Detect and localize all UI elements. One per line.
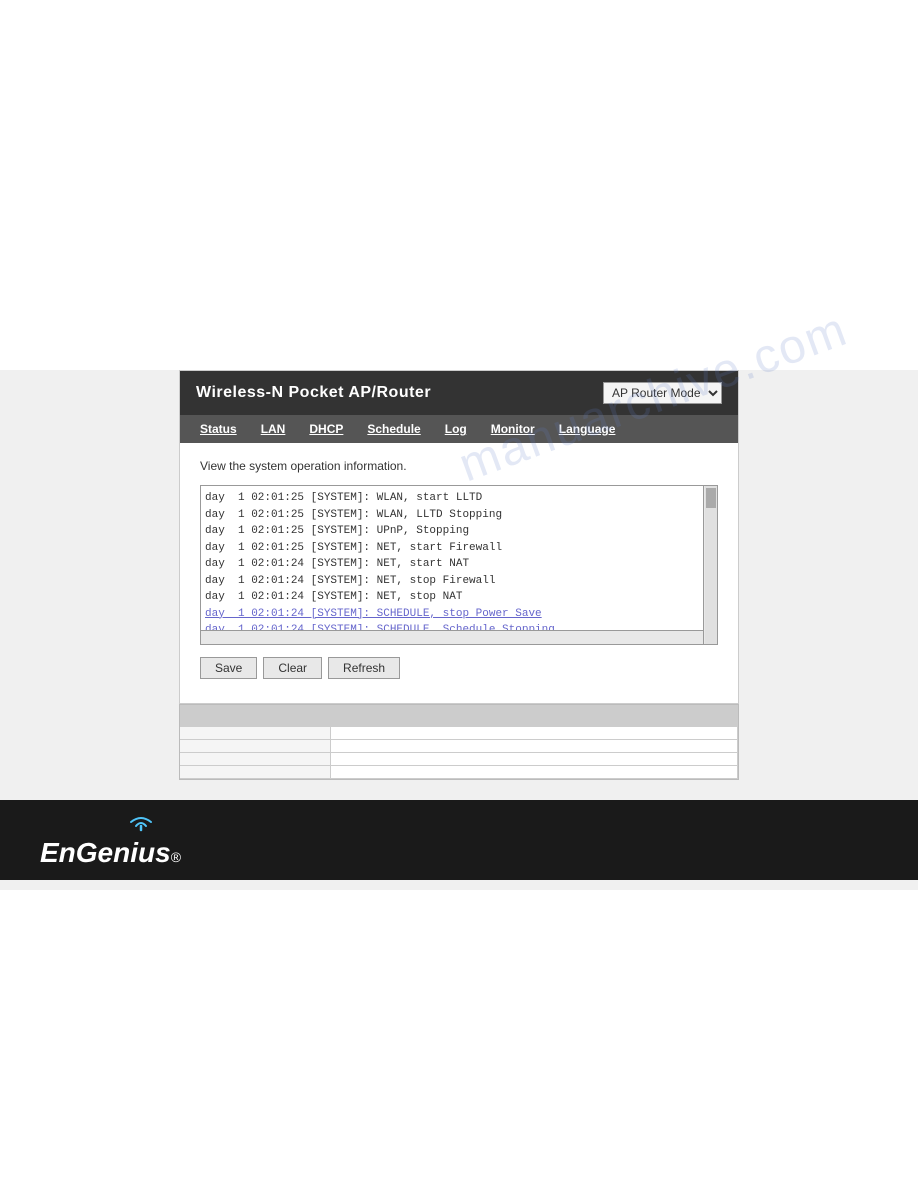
log-line-4: day 1 02:01:25 [SYSTEM]: NET, start Fire… bbox=[205, 540, 699, 557]
info-table bbox=[180, 727, 738, 779]
description-text: View the system operation information. bbox=[200, 459, 718, 473]
middle-content: Wireless-N Pocket AP/Router AP Router Mo… bbox=[0, 370, 918, 890]
nav-item-language[interactable]: Language bbox=[547, 418, 628, 440]
log-line-3: day 1 02:01:25 [SYSTEM]: UPnP, Stopping bbox=[205, 523, 699, 540]
top-space bbox=[0, 0, 918, 370]
log-line-8: day 1 02:01:24 [SYSTEM]: SCHEDULE, stop … bbox=[205, 606, 699, 623]
scrollbar-horizontal[interactable] bbox=[201, 630, 703, 644]
nav-bar: Status LAN DHCP Schedule Log Monitor Lan… bbox=[180, 415, 738, 443]
clear-button[interactable]: Clear bbox=[263, 657, 322, 679]
nav-item-log[interactable]: Log bbox=[433, 418, 479, 440]
wifi-icon bbox=[126, 812, 156, 832]
scrollbar-vertical[interactable] bbox=[703, 486, 717, 644]
table-cell-label bbox=[180, 766, 330, 779]
bottom-table bbox=[179, 704, 739, 780]
save-button[interactable]: Save bbox=[200, 657, 257, 679]
registered-symbol: ® bbox=[171, 849, 181, 865]
table-cell-value bbox=[330, 766, 738, 779]
nav-item-dhcp[interactable]: DHCP bbox=[297, 418, 355, 440]
nav-item-status[interactable]: Status bbox=[188, 418, 249, 440]
table-cell-value bbox=[330, 753, 738, 766]
scrollbar-track bbox=[705, 486, 717, 644]
table-row bbox=[180, 753, 738, 766]
nav-item-lan[interactable]: LAN bbox=[249, 418, 298, 440]
log-line-7: day 1 02:01:24 [SYSTEM]: NET, stop NAT bbox=[205, 589, 699, 606]
page-wrapper: manuarchive.com Wireless-N Pocket AP/Rou… bbox=[0, 0, 918, 1188]
table-cell-label bbox=[180, 740, 330, 753]
router-header: Wireless-N Pocket AP/Router AP Router Mo… bbox=[180, 371, 738, 415]
button-row: Save Clear Refresh bbox=[200, 657, 718, 679]
log-line-2: day 1 02:01:25 [SYSTEM]: WLAN, LLTD Stop… bbox=[205, 507, 699, 524]
router-title: Wireless-N Pocket AP/Router bbox=[196, 384, 431, 402]
engenius-footer: EnGenius ® bbox=[0, 800, 918, 880]
table-row bbox=[180, 740, 738, 753]
nav-item-monitor[interactable]: Monitor bbox=[479, 418, 547, 440]
table-row bbox=[180, 766, 738, 779]
bottom-table-header bbox=[180, 705, 738, 727]
mode-select-wrapper: AP Router Mode bbox=[603, 382, 722, 404]
table-cell-label bbox=[180, 727, 330, 740]
table-cell-label bbox=[180, 753, 330, 766]
mode-select[interactable]: AP Router Mode bbox=[603, 382, 722, 404]
engenius-logo: EnGenius ® bbox=[40, 812, 181, 869]
bottom-space bbox=[0, 890, 918, 1188]
table-cell-value bbox=[330, 727, 738, 740]
nav-item-schedule[interactable]: Schedule bbox=[355, 418, 432, 440]
table-cell-value bbox=[330, 740, 738, 753]
log-content[interactable]: day 1 02:01:25 [SYSTEM]: WLAN, start LLT… bbox=[201, 486, 703, 644]
refresh-button[interactable]: Refresh bbox=[328, 657, 400, 679]
log-line-1: day 1 02:01:25 [SYSTEM]: WLAN, start LLT… bbox=[205, 490, 699, 507]
scrollbar-thumb[interactable] bbox=[706, 488, 716, 508]
brand-text: EnGenius bbox=[40, 837, 171, 869]
log-textarea-wrapper[interactable]: day 1 02:01:25 [SYSTEM]: WLAN, start LLT… bbox=[200, 485, 718, 645]
router-panel: Wireless-N Pocket AP/Router AP Router Mo… bbox=[179, 370, 739, 704]
table-row bbox=[180, 727, 738, 740]
log-line-5: day 1 02:01:24 [SYSTEM]: NET, start NAT bbox=[205, 556, 699, 573]
log-line-6: day 1 02:01:24 [SYSTEM]: NET, stop Firew… bbox=[205, 573, 699, 590]
content-area: View the system operation information. d… bbox=[180, 443, 738, 703]
